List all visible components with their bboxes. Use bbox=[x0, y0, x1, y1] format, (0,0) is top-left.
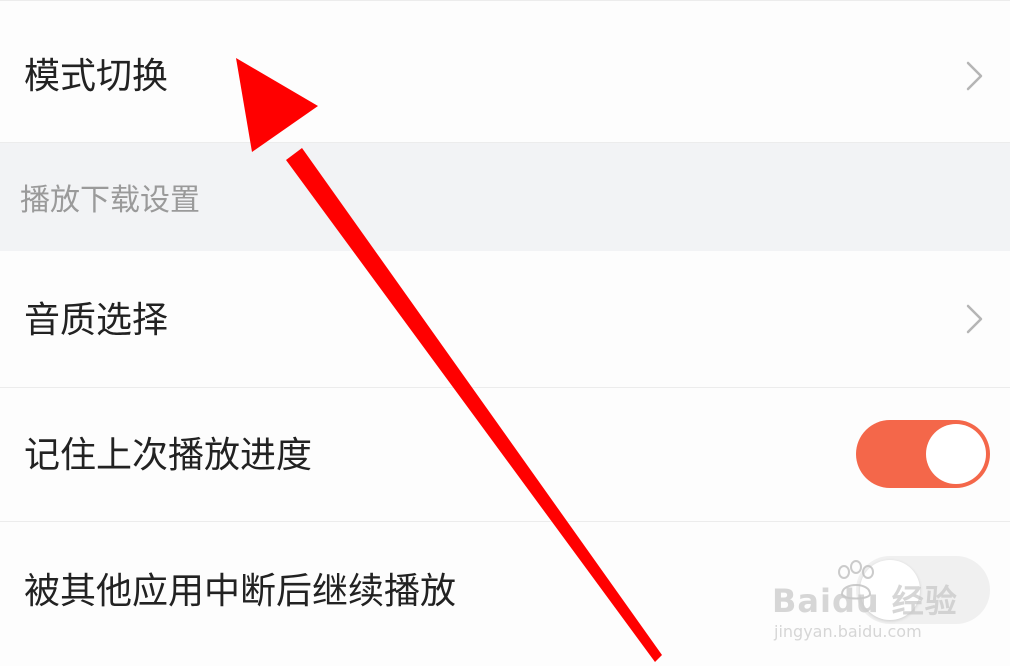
mode-switch-row[interactable]: 模式切换 bbox=[0, 0, 1010, 143]
watermark-brand: Baidu 经验 bbox=[772, 582, 958, 620]
remember-progress-toggle[interactable] bbox=[856, 420, 990, 488]
mode-switch-label: 模式切换 bbox=[24, 56, 169, 97]
remember-progress-label: 记住上次播放进度 bbox=[24, 435, 313, 476]
chevron-right-icon bbox=[966, 61, 983, 91]
baidu-watermark: Baidu 经验 jingyan.baidu.com bbox=[772, 560, 962, 644]
toggle-knob bbox=[926, 424, 986, 484]
remember-progress-row: 记住上次播放进度 bbox=[0, 388, 1010, 522]
section-title: 播放下载设置 bbox=[20, 183, 200, 218]
watermark-url: jingyan.baidu.com bbox=[774, 622, 922, 641]
chevron-right-icon bbox=[966, 304, 983, 334]
settings-screen: 模式切换 播放下载设置 音质选择 记住上次播放进度 被其他应用中断后继续播放 B… bbox=[0, 0, 1010, 666]
section-header-playback-download: 播放下载设置 bbox=[0, 143, 1010, 251]
resume-after-interrupt-label: 被其他应用中断后继续播放 bbox=[24, 571, 457, 612]
audio-quality-row[interactable]: 音质选择 bbox=[0, 251, 1010, 388]
audio-quality-label: 音质选择 bbox=[24, 300, 169, 341]
